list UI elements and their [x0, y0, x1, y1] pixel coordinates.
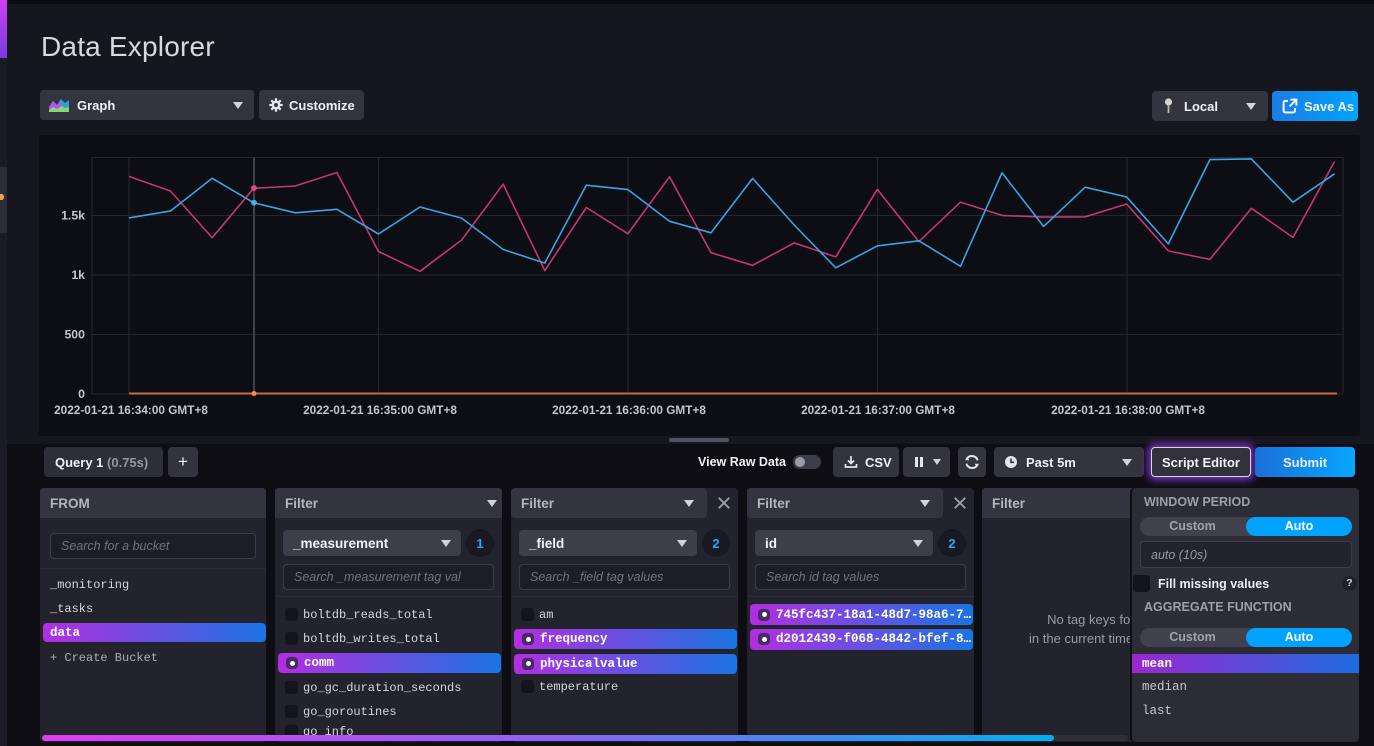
svg-text:2022-01-21 16:36:00 GMT+8: 2022-01-21 16:36:00 GMT+8	[552, 403, 706, 417]
svg-text:1.5k: 1.5k	[61, 209, 85, 223]
svg-text:2022-01-21 16:34:00 GMT+8: 2022-01-21 16:34:00 GMT+8	[54, 403, 208, 417]
svg-text:2022-01-21 16:35:00 GMT+8: 2022-01-21 16:35:00 GMT+8	[303, 403, 457, 417]
svg-text:0: 0	[78, 387, 85, 401]
svg-text:500: 500	[64, 328, 85, 342]
svg-text:1k: 1k	[71, 268, 85, 282]
svg-text:2022-01-21 16:38:00 GMT+8: 2022-01-21 16:38:00 GMT+8	[1051, 403, 1205, 417]
svg-text:2022-01-21 16:37:00 GMT+8: 2022-01-21 16:37:00 GMT+8	[801, 403, 955, 417]
